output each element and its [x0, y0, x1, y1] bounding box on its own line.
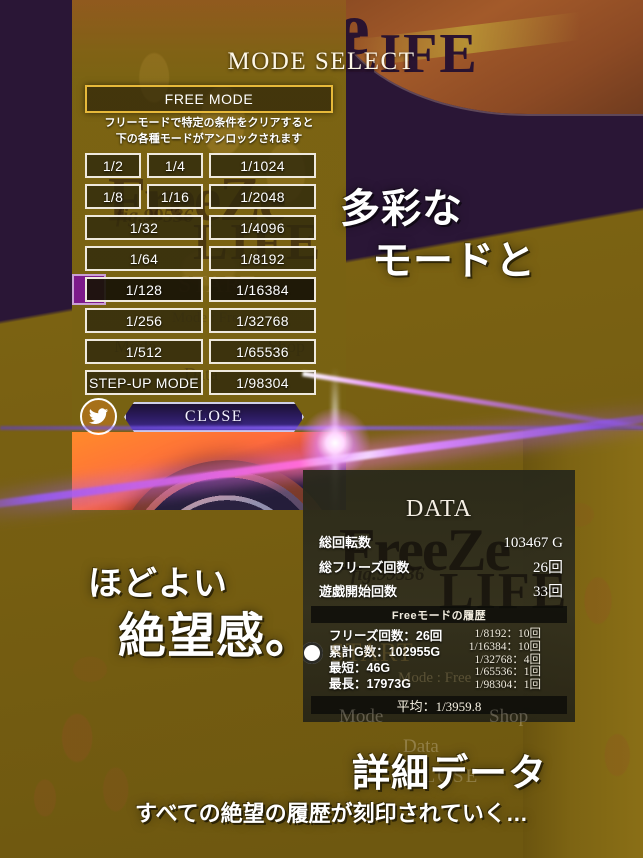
- mode-grid-row: 1/256 1/32768: [85, 308, 316, 333]
- mode-button-1-32[interactable]: 1/32: [85, 215, 203, 240]
- stat-label-total-freezes: 総フリーズ回数: [319, 560, 410, 575]
- mode-grid: 1/2 1/4 1/1024 1/8 1/16 1/2048 1/32 1/40…: [72, 153, 316, 401]
- stat-row-play-starts: 遊戯開始回数 33回: [319, 580, 563, 604]
- mode-grid-row: 1/2 1/4 1/1024: [85, 153, 316, 178]
- close-button[interactable]: CLOSE: [124, 402, 304, 432]
- mode-grid-row: STEP-UP MODE 1/98304: [85, 370, 316, 395]
- stat-label-total-spins: 総回転数: [319, 535, 372, 550]
- history-shortest: 最短：46G: [329, 661, 391, 675]
- mode-button-1-16384[interactable]: 1/16384: [209, 277, 316, 302]
- mode-grid-row: 1/32 1/4096: [85, 215, 316, 240]
- stat-value-total-freezes: 26回: [532, 560, 563, 576]
- data-stat-list: 総回転数 103467 G 総フリーズ回数 26回 遊戯開始回数 33回: [319, 532, 563, 604]
- current-mode-button[interactable]: FREE MODE: [85, 85, 333, 113]
- history-right-column: 1/8192：10回 1/16384：10回 1/32768：4回 1/6553…: [463, 628, 567, 692]
- stat-label-play-starts: 遊戯開始回数: [319, 584, 398, 599]
- mode-button-1-8192[interactable]: 1/8192: [209, 246, 316, 271]
- mode-button-1-256[interactable]: 1/256: [85, 308, 203, 333]
- mode-grid-row-selected: 1/128 1/16384: [72, 274, 316, 305]
- history-freeze-count: フリーズ回数：26回: [329, 629, 443, 643]
- mode-button-1-64[interactable]: 1/64: [85, 246, 203, 271]
- mode-button-1-1024[interactable]: 1/1024: [209, 153, 316, 178]
- history-rate-1-8192: 1/8192：10回: [474, 628, 541, 640]
- stat-row-total-spins: 総回転数 103467 G: [319, 532, 563, 556]
- history-body: フリーズ回数：26回 累計G数：102955G 最短：46G 最長：17973G…: [311, 628, 567, 692]
- history-left-column: フリーズ回数：26回 累計G数：102955G 最短：46G 最長：17973G: [311, 628, 463, 692]
- mode-unlock-description-line2: 下の各種モードがアンロックされます: [115, 132, 303, 145]
- close-button-wrap: CLOSE: [124, 402, 304, 432]
- mode-button-step-up[interactable]: STEP-UP MODE: [85, 370, 203, 395]
- history-longest: 最長：17973G: [329, 677, 411, 691]
- mode-button-1-2[interactable]: 1/2: [85, 153, 141, 178]
- history-section-header: Freeモードの履歴: [311, 606, 567, 623]
- mode-button-1-512[interactable]: 1/512: [85, 339, 203, 364]
- twitter-icon[interactable]: [80, 398, 117, 435]
- history-rate-1-65536: 1/65536：1回: [474, 666, 541, 679]
- mode-button-1-32768[interactable]: 1/32768: [209, 308, 316, 333]
- mode-button-1-8[interactable]: 1/8: [85, 184, 141, 209]
- mode-button-1-98304[interactable]: 1/98304: [209, 370, 316, 395]
- mode-button-1-2048[interactable]: 1/2048: [209, 184, 316, 209]
- mode-button-1-128[interactable]: 1/128: [85, 277, 203, 302]
- data-panel-title: DATA: [405, 496, 473, 522]
- mode-select-title: MODE SELECT: [227, 48, 416, 75]
- mode-button-1-4096[interactable]: 1/4096: [209, 215, 316, 240]
- data-panel: FreeZe LIFE fig.99536 DATA 総回転数 103467 G…: [303, 470, 575, 722]
- mode-button-1-4[interactable]: 1/4: [147, 153, 203, 178]
- history-total-g: 累計G数：102955G: [329, 645, 441, 659]
- mode-grid-row: 1/512 1/65536: [85, 339, 316, 364]
- mode-unlock-description-line1: フリーモードで特定の条件をクリアすると: [104, 117, 314, 129]
- history-average: 平均：1/3959.8: [311, 696, 567, 714]
- stat-value-total-spins: 103467 G: [503, 535, 563, 551]
- stat-row-total-freezes: 総フリーズ回数 26回: [319, 556, 563, 580]
- mode-grid-row: 1/64 1/8192: [85, 246, 316, 271]
- history-rate-1-16384: 1/16384：10回: [468, 640, 541, 653]
- mode-button-1-16[interactable]: 1/16: [147, 184, 203, 209]
- mode-unlock-description: フリーモードで特定の条件をクリアすると 下の各種モードがアンロックされます: [72, 116, 346, 148]
- history-rate-1-32768: 1/32768：4回: [474, 653, 541, 666]
- mode-grid-row: 1/8 1/16 1/2048: [85, 184, 316, 209]
- mode-button-1-65536[interactable]: 1/65536: [209, 339, 316, 364]
- history-rate-1-98304: 1/98304：1回: [474, 679, 541, 692]
- stat-value-play-starts: 33回: [532, 584, 563, 600]
- screenshot-stage: e LIFE FreeZe LIFE fig.99536 START Mode …: [0, 0, 643, 858]
